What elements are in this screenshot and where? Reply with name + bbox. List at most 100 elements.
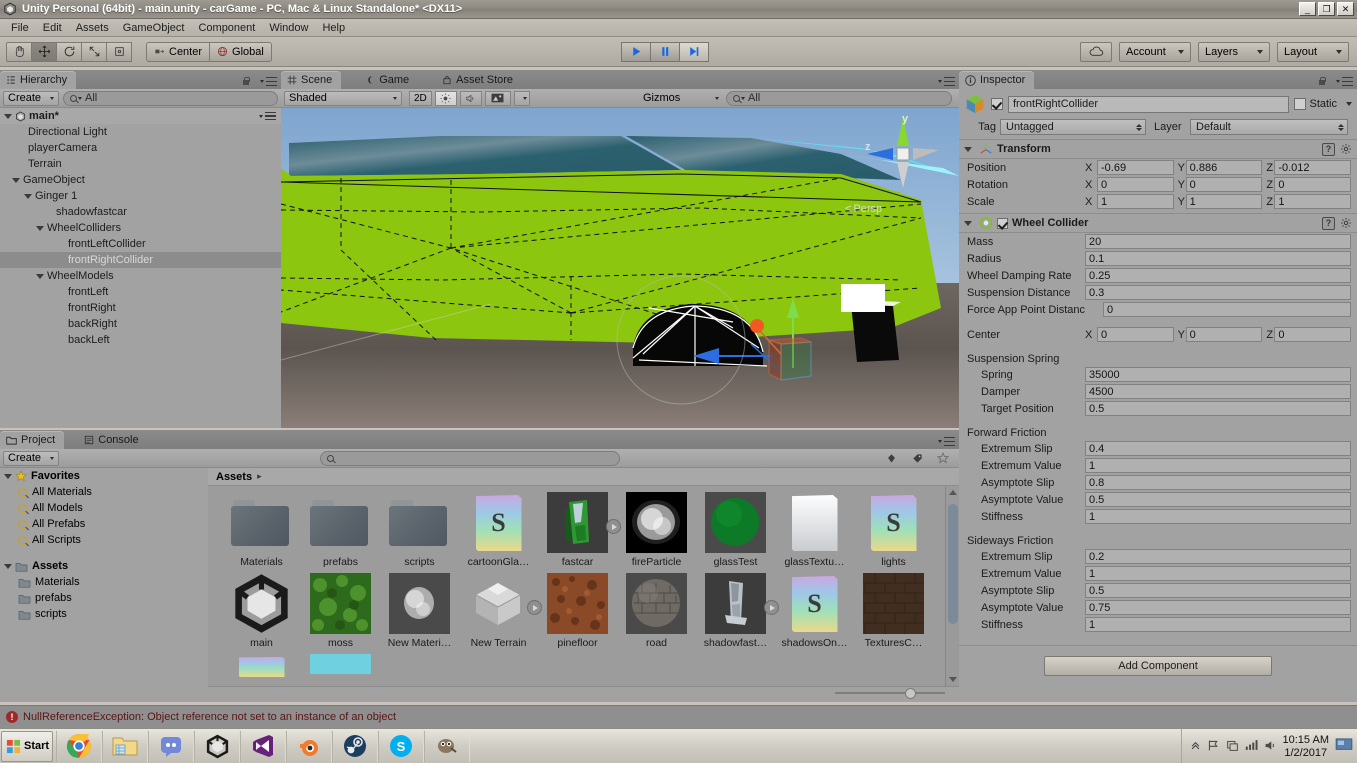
object-active-checkbox[interactable] <box>991 98 1003 110</box>
center-x-input[interactable]: 0 <box>1097 327 1174 342</box>
wheel-damping-rate-input[interactable]: 0.25 <box>1085 268 1351 283</box>
hierarchy-item-frontleftcollider[interactable]: frontLeftCollider <box>0 236 281 252</box>
gizmos-dropdown[interactable]: Gizmos <box>639 91 723 106</box>
tab-inspector[interactable]: Inspector <box>959 71 1035 89</box>
scene-context-menu[interactable] <box>253 111 281 121</box>
asset-item[interactable]: glassTest <box>696 492 775 568</box>
rotation-x-input[interactable]: 0 <box>1097 177 1174 192</box>
scene-axis-gizmo[interactable]: y z < Persp <box>845 110 949 220</box>
sf-asymptote-value-input[interactable]: 0.75 <box>1085 600 1351 615</box>
suspension-distance-input[interactable]: 0.3 <box>1085 285 1351 300</box>
force-app-point-distance-input[interactable]: 0 <box>1103 302 1351 317</box>
target-position-input[interactable]: 0.5 <box>1085 401 1351 416</box>
move-tool-button[interactable] <box>31 41 57 62</box>
static-checkbox[interactable] <box>1294 98 1307 110</box>
position-y-input[interactable]: 0.886 <box>1185 160 1263 175</box>
favorites-root[interactable]: Favorites <box>0 468 208 484</box>
sf-extremum-slip-input[interactable]: 0.2 <box>1085 549 1351 564</box>
project-menu-button[interactable] <box>932 437 955 446</box>
scale-x-input[interactable]: 1 <box>1097 194 1174 209</box>
lock-icon[interactable] <box>1318 77 1326 86</box>
minimize-button[interactable]: _ <box>1299 2 1316 16</box>
scroll-up-arrow-icon[interactable] <box>949 490 957 495</box>
hierarchy-item-frontright[interactable]: frontRight <box>0 300 281 316</box>
asset-item[interactable]: prefabs <box>301 492 380 568</box>
rotation-y-input[interactable]: 0 <box>1185 177 1263 192</box>
toggle-2d-button[interactable]: 2D <box>409 90 432 106</box>
scrollbar-thumb[interactable] <box>948 504 958 624</box>
scene-effects-toggle[interactable] <box>484 90 511 106</box>
project-create-button[interactable]: Create <box>3 450 60 466</box>
menu-file[interactable]: File <box>4 21 36 35</box>
hierarchy-item-shadowfastcar[interactable]: shadowfastcar <box>0 204 281 220</box>
asset-item[interactable]: glassTextu… <box>775 492 854 568</box>
damper-input[interactable]: 4500 <box>1085 384 1351 399</box>
favorite-all-models[interactable]: All Models <box>0 500 208 516</box>
scene-menu-button[interactable] <box>932 77 955 86</box>
position-x-input[interactable]: -0.69 <box>1097 160 1174 175</box>
rect-tool-button[interactable] <box>106 41 132 62</box>
hierarchy-item-wheelmodels[interactable]: WheelModels <box>0 268 281 284</box>
tab-project[interactable]: Project <box>0 431 65 449</box>
cloud-button[interactable] <box>1080 41 1112 62</box>
layer-dropdown[interactable]: Default <box>1190 119 1348 135</box>
filter-by-label-button[interactable] <box>906 451 928 466</box>
sf-stiffness-input[interactable]: 1 <box>1085 617 1351 632</box>
asset-item[interactable]: road <box>617 573 696 649</box>
menu-gameobject[interactable]: GameObject <box>116 21 192 35</box>
scene-viewport[interactable]: y z < Persp <box>281 108 959 428</box>
tab-console[interactable]: Console <box>78 431 147 449</box>
asset-item[interactable]: S shadowsOn… <box>775 573 854 649</box>
asset-item[interactable]: S lights <box>854 492 933 568</box>
tab-hierarchy[interactable]: Hierarchy <box>0 71 77 89</box>
hierarchy-item-frontrightcollider[interactable]: frontRightCollider <box>0 252 281 268</box>
zoom-slider-knob[interactable] <box>905 687 916 699</box>
project-search-input[interactable] <box>319 450 620 466</box>
tab-game[interactable]: Game <box>359 71 418 89</box>
scroll-down-arrow-icon[interactable] <box>949 677 957 682</box>
taskbar-chrome-icon[interactable] <box>56 730 102 762</box>
scale-tool-button[interactable] <box>81 41 107 62</box>
ff-extremum-slip-input[interactable]: 0.4 <box>1085 441 1351 456</box>
asset-item[interactable]: scripts <box>380 492 459 568</box>
layout-dropdown[interactable]: Layout <box>1277 41 1349 62</box>
gear-icon[interactable] <box>1340 217 1352 229</box>
taskbar-visual-studio-icon[interactable] <box>240 730 286 762</box>
lock-icon[interactable] <box>242 77 250 86</box>
ff-stiffness-input[interactable]: 1 <box>1085 509 1351 524</box>
clock[interactable]: 10:15 AM 1/2/2017 <box>1283 734 1329 760</box>
asset-item[interactable]: pinefloor <box>538 573 617 649</box>
ff-asymptote-slip-input[interactable]: 0.8 <box>1085 475 1351 490</box>
taskbar-unity-icon[interactable] <box>194 730 240 762</box>
hierarchy-item-playercamera[interactable]: playerCamera <box>0 140 281 156</box>
account-dropdown[interactable]: Account <box>1119 41 1191 62</box>
ff-extremum-value-input[interactable]: 1 <box>1085 458 1351 473</box>
sf-extremum-value-input[interactable]: 1 <box>1085 566 1351 581</box>
asset-item[interactable]: New Terrain <box>459 573 542 649</box>
tab-asset-store[interactable]: Asset Store <box>436 71 522 89</box>
restore-button[interactable]: ❐ <box>1318 2 1335 16</box>
asset-item[interactable]: fireParticle <box>617 492 696 568</box>
mass-input[interactable]: 20 <box>1085 234 1351 249</box>
help-icon[interactable]: ? <box>1322 142 1335 156</box>
hierarchy-item-gameobject[interactable]: GameObject <box>0 172 281 188</box>
position-z-input[interactable]: -0.012 <box>1274 160 1352 175</box>
hierarchy-item-wheelcolliders[interactable]: WheelColliders <box>0 220 281 236</box>
hierarchy-scene-root[interactable]: main* <box>0 108 281 124</box>
assets-root[interactable]: Assets <box>0 558 208 574</box>
component-header-wheel-collider[interactable]: Wheel Collider ? <box>959 213 1357 233</box>
pivot-rotation-button[interactable]: Global <box>210 41 272 62</box>
center-z-input[interactable]: 0 <box>1274 327 1352 342</box>
static-dropdown-icon[interactable] <box>1346 102 1352 106</box>
rotate-tool-button[interactable] <box>56 41 82 62</box>
action-center-icon[interactable] <box>1226 739 1239 755</box>
flag-icon[interactable] <box>1207 739 1220 755</box>
step-button[interactable] <box>679 41 709 62</box>
asset-item[interactable]: moss <box>301 573 380 649</box>
menu-component[interactable]: Component <box>191 21 262 35</box>
favorite-all-prefabs[interactable]: All Prefabs <box>0 516 208 532</box>
scene-effects-dropdown[interactable] <box>513 90 530 106</box>
project-folder-materials[interactable]: Materials <box>0 574 208 590</box>
menu-assets[interactable]: Assets <box>69 21 116 35</box>
menu-help[interactable]: Help <box>315 21 352 35</box>
